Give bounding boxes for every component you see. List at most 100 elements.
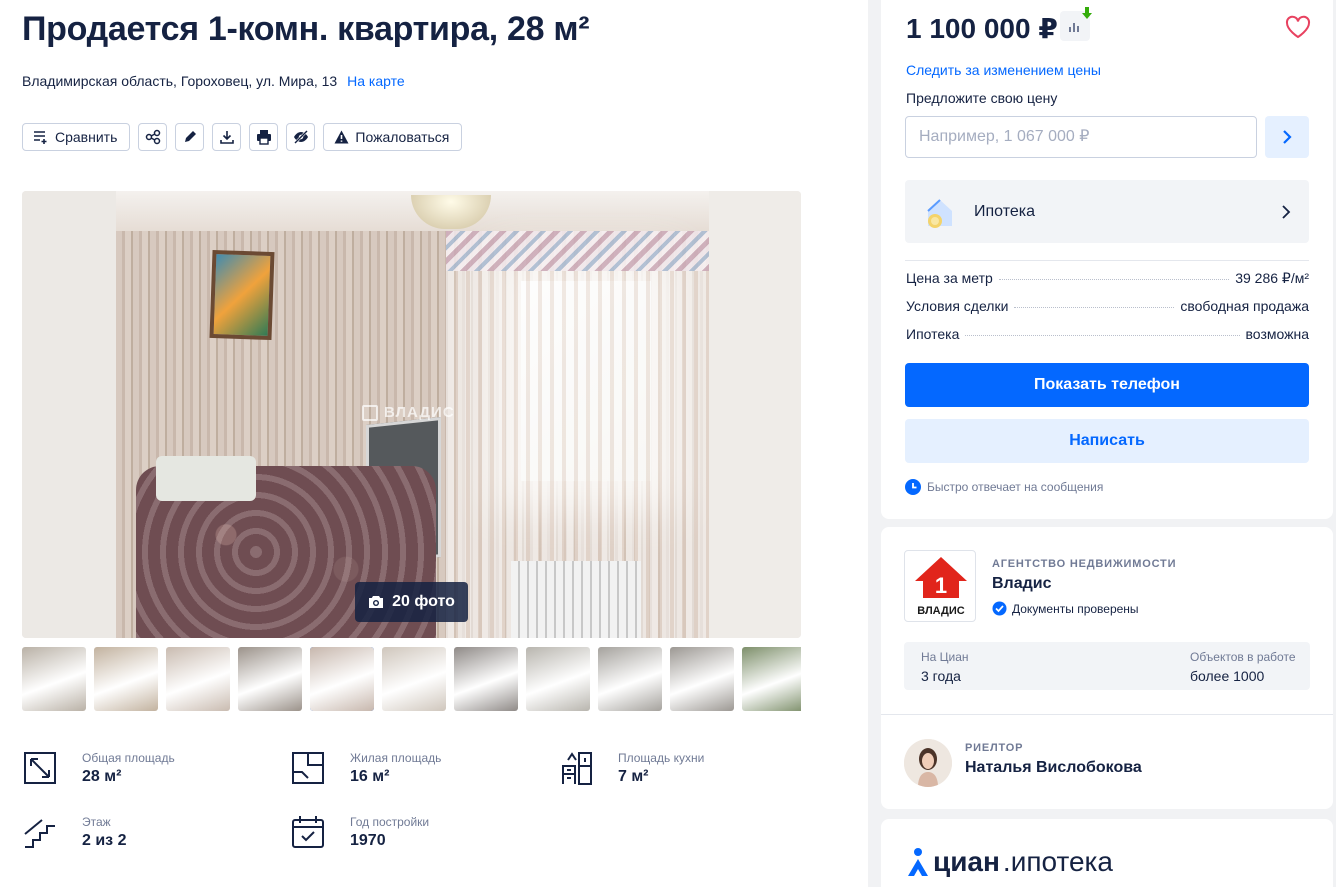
gallery-thumbnail[interactable] xyxy=(526,647,590,711)
download-icon xyxy=(220,131,234,144)
realtor-photo xyxy=(904,739,952,787)
info-row-price-per-meter: Цена за метр 39 286 ₽/м² xyxy=(906,270,1309,287)
gallery-thumbnail[interactable] xyxy=(598,647,662,711)
listing-toolbar: Сравнить Пожаловаться xyxy=(22,123,463,151)
feature-value: 7 м² xyxy=(618,768,649,785)
stat-on-cian: На Циан 3 года xyxy=(921,650,969,686)
feature-label: Жилая площадь xyxy=(350,751,442,765)
feature-living-area: Жилая площадь 16 м² xyxy=(290,750,441,788)
watermark-logo-icon xyxy=(362,404,378,421)
gallery-thumbnail[interactable] xyxy=(670,647,734,711)
offer-price-input[interactable] xyxy=(905,116,1257,158)
agency-name[interactable]: Владис xyxy=(992,575,1052,593)
agency-type: АГЕНТСТВО НЕДВИЖИМОСТИ xyxy=(992,558,1177,570)
page-title: Продается 1-комн. квартира, 28 м² xyxy=(22,10,590,48)
thumbnail-image xyxy=(526,647,590,711)
hide-button[interactable] xyxy=(286,123,316,151)
features-grid: Общая площадь 28 м² Жилая площадь 16 м² … xyxy=(22,750,782,870)
favorite-button[interactable] xyxy=(1284,13,1312,41)
edit-icon xyxy=(184,131,196,142)
info-label: Ипотека xyxy=(906,326,960,342)
avatar[interactable] xyxy=(904,739,952,787)
verified-text: Документы проверены xyxy=(1012,601,1139,616)
heart-icon xyxy=(1285,15,1311,39)
clock-icon xyxy=(905,479,921,495)
warning-icon xyxy=(334,130,349,144)
map-link[interactable]: На карте xyxy=(347,73,405,89)
listing-main: Продается 1-комн. квартира, 28 м² Владим… xyxy=(0,0,868,887)
offer-label: Предложите свою цену xyxy=(906,90,1058,106)
thumbnail-image xyxy=(22,647,86,711)
main-photo[interactable]: ВЛАДИС 20 фото xyxy=(22,191,801,638)
feature-value: 1970 xyxy=(350,832,386,849)
gallery-thumbnail[interactable] xyxy=(94,647,158,711)
mortgage-house-icon xyxy=(927,198,952,228)
info-value: возможна xyxy=(1245,326,1309,342)
gallery-thumbnail[interactable] xyxy=(742,647,801,711)
folded-linen xyxy=(156,456,256,501)
thumbnail-image xyxy=(742,647,801,711)
info-value: свободная продажа xyxy=(1180,298,1309,314)
track-price-link[interactable]: Следить за изменением цены xyxy=(906,62,1101,78)
wall-picture xyxy=(209,249,275,341)
photo-blur-right xyxy=(709,191,801,638)
divider xyxy=(881,714,1333,715)
svg-text:1: 1 xyxy=(935,573,947,598)
living-area-icon xyxy=(292,752,324,784)
info-value: 39 286 ₽/м² xyxy=(1235,270,1309,286)
price-chart-icon xyxy=(1069,23,1079,32)
write-message-button[interactable]: Написать xyxy=(905,419,1309,463)
realtor-name[interactable]: Наталья Вислобокова xyxy=(965,759,1142,777)
edit-button[interactable] xyxy=(175,123,205,151)
offer-submit-button[interactable] xyxy=(1265,116,1309,158)
hide-icon xyxy=(293,130,308,144)
share-icon xyxy=(145,129,161,145)
mortgage-label: Ипотека xyxy=(974,202,1036,220)
thumbnail-strip xyxy=(22,647,801,711)
print-button[interactable] xyxy=(249,123,279,151)
report-button[interactable]: Пожаловаться xyxy=(323,123,463,151)
feature-value: 28 м² xyxy=(82,768,122,785)
feature-value: 16 м² xyxy=(350,768,390,785)
curtain-valance xyxy=(446,231,709,271)
gallery-thumbnail[interactable] xyxy=(310,647,374,711)
stat-value: 3 года xyxy=(921,668,961,684)
feature-floor: Этаж 2 из 2 xyxy=(22,814,126,852)
show-phone-button[interactable]: Показать телефон xyxy=(905,363,1309,407)
feature-label: Этаж xyxy=(82,815,111,829)
info-label: Цена за метр xyxy=(906,270,993,286)
mortgage-promo-card[interactable]: циан .ипотека xyxy=(881,819,1333,887)
agency-logo[interactable]: 1 ВЛАДИС xyxy=(904,550,976,622)
cian-ipoteka-logo: циан .ипотека xyxy=(906,846,1113,878)
gallery-thumbnail[interactable] xyxy=(22,647,86,711)
mortgage-row[interactable]: Ипотека xyxy=(905,180,1309,243)
gallery-thumbnail[interactable] xyxy=(454,647,518,711)
thumbnail-image xyxy=(310,647,374,711)
radiator xyxy=(511,561,641,638)
agency-stats: На Циан 3 года Объектов в работе более 1… xyxy=(904,642,1310,690)
gallery-thumbnail[interactable] xyxy=(238,647,302,711)
leader-dots xyxy=(965,335,1240,336)
feature-label: Площадь кухни xyxy=(618,751,705,765)
gallery-thumbnail[interactable] xyxy=(166,647,230,711)
gallery-thumbnail[interactable] xyxy=(382,647,446,711)
compare-label: Сравнить xyxy=(55,129,118,145)
agency-logo-image: 1 ВЛАДИС xyxy=(915,557,967,617)
info-row-mortgage: Ипотека возможна xyxy=(906,326,1309,342)
agent-card: 1 ВЛАДИС АГЕНТСТВО НЕДВИЖИМОСТИ Владис Д… xyxy=(881,527,1333,809)
compare-button[interactable]: Сравнить xyxy=(22,123,131,151)
price-history-button[interactable] xyxy=(1060,7,1092,41)
feature-build-year: Год постройки 1970 xyxy=(290,814,429,852)
download-button[interactable] xyxy=(212,123,242,151)
photo-count-button[interactable]: 20 фото xyxy=(355,582,468,622)
print-icon xyxy=(256,130,271,145)
fast-reply-text: Быстро отвечает на сообщения xyxy=(927,480,1104,494)
price-down-arrow-icon xyxy=(1082,7,1092,19)
report-label: Пожаловаться xyxy=(355,129,450,145)
realtor-type: РИЕЛТОР xyxy=(965,742,1024,754)
divider xyxy=(905,260,1309,261)
stat-objects: Объектов в работе более 1000 xyxy=(1190,650,1296,686)
share-button[interactable] xyxy=(138,123,168,151)
calendar-icon xyxy=(292,816,324,848)
thumbnail-image xyxy=(166,647,230,711)
